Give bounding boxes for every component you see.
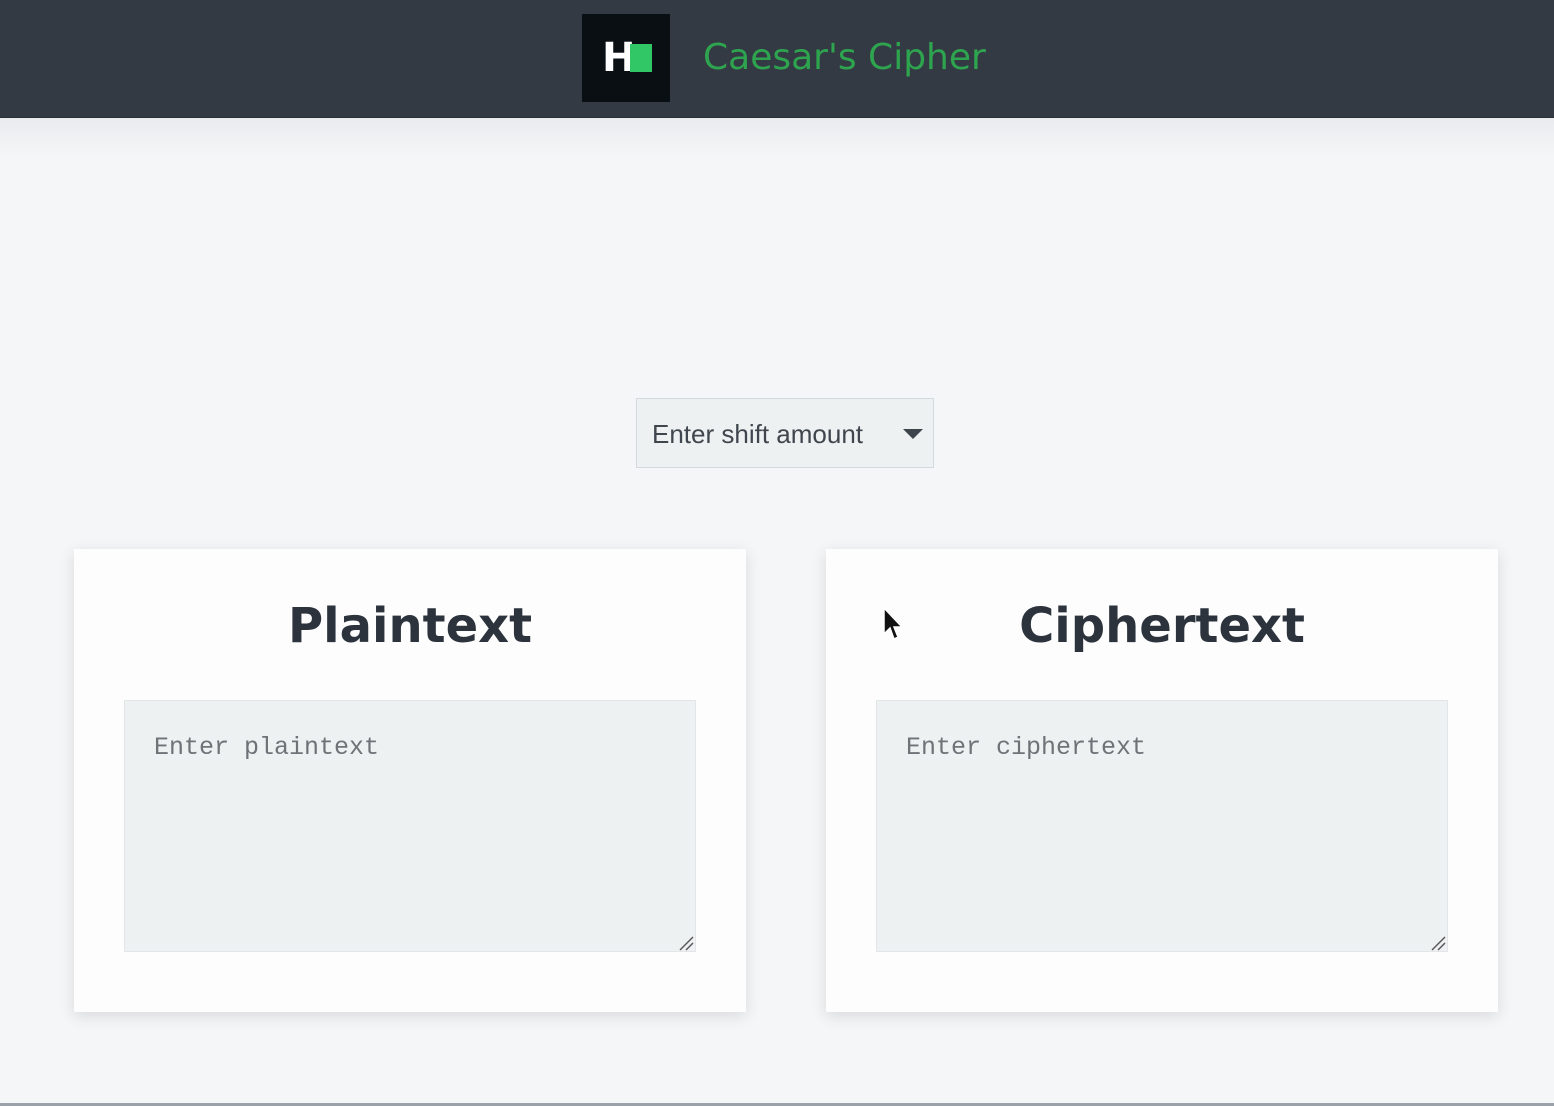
header-shadow <box>0 118 1554 158</box>
logo-block-icon <box>630 44 652 72</box>
app-header: H Caesar's Cipher <box>0 0 1554 118</box>
plaintext-title: Plaintext <box>287 598 533 654</box>
ciphertext-title: Ciphertext <box>1019 598 1305 654</box>
plaintext-card: Plaintext <box>74 549 746 1012</box>
shift-amount-placeholder: Enter shift amount <box>652 419 863 449</box>
app-title: Caesar's Cipher <box>703 37 986 78</box>
ciphertext-input[interactable] <box>876 700 1448 952</box>
plaintext-input[interactable] <box>124 700 696 952</box>
mouse-pointer-icon <box>883 606 904 641</box>
shift-amount-select[interactable]: Enter shift amount <box>636 398 934 468</box>
resize-handle-icon[interactable] <box>1428 933 1446 951</box>
resize-handle-icon[interactable] <box>676 933 694 951</box>
chevron-down-icon <box>903 429 923 439</box>
logo-letter: H <box>602 35 635 81</box>
ciphertext-card: Ciphertext <box>826 549 1498 1012</box>
hackerrank-logo[interactable]: H <box>582 14 670 102</box>
